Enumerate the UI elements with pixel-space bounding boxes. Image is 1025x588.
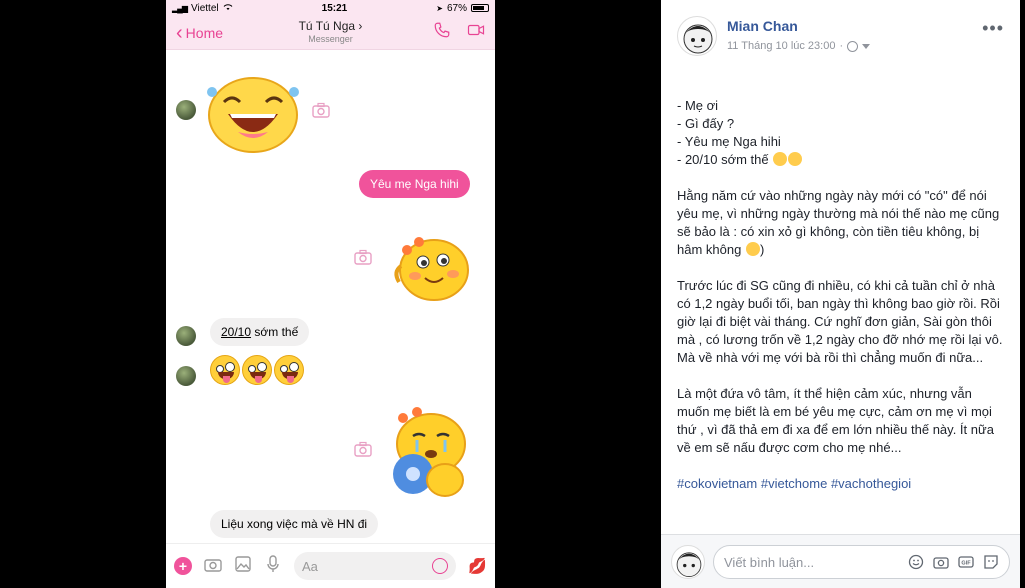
message-composer: + Aa 💋 [166, 543, 495, 588]
yellow-creature-sticker[interactable] [389, 232, 474, 312]
chevron-left-icon: ‹ [176, 21, 183, 44]
post-line: - Yêu mẹ Nga hihi [677, 134, 781, 149]
back-label: Home [185, 24, 224, 41]
comment-input[interactable]: Viết bình luận... GIF [713, 545, 1010, 579]
date-link[interactable]: 20/10 [221, 325, 251, 339]
laughing-emoji-sticker[interactable] [206, 70, 301, 160]
svg-text:GIF: GIF [961, 561, 971, 567]
chevron-down-icon[interactable] [862, 43, 871, 49]
hashtag-link[interactable]: #vachothegioi [831, 476, 911, 491]
post-body: - Mẹ ơi - Gì đấy ? - Yêu mẹ Nga hihi - 2… [677, 97, 1007, 511]
post-paragraph: Là một đứa vô tâm, ít thể hiện cảm xúc, … [677, 386, 994, 455]
video-call-icon[interactable] [467, 21, 485, 44]
message-input[interactable]: Aa [294, 552, 457, 580]
zany-face-emoji [274, 355, 304, 385]
post-meta: 11 Tháng 10 lúc 23:00 · [727, 40, 871, 52]
sticker-icon[interactable] [983, 554, 999, 570]
photo-icon[interactable] [234, 555, 252, 578]
messenger-screenshot: ▂▄▆ Viettel 15:21 ➤ 67% ‹ Home Tú Tú Nga… [166, 0, 495, 588]
gif-icon[interactable]: GIF [958, 554, 974, 570]
signal-icon: ▂▄▆ [172, 3, 188, 13]
battery-icon [471, 4, 489, 12]
author-name[interactable]: Mian Chan [727, 18, 798, 34]
message-text: sớm thế [251, 325, 299, 339]
phone-call-icon[interactable] [433, 21, 451, 44]
hugging-face-emoji [788, 152, 803, 166]
outgoing-message-bubble[interactable]: Yêu mẹ Nga hihi [359, 170, 470, 198]
contact-avatar [176, 366, 196, 386]
wifi-icon [223, 3, 233, 14]
chevron-right-icon: › [358, 19, 363, 33]
conversation-header: ‹ Home Tú Tú Nga › Messenger [166, 16, 495, 50]
hugging-face-emoji [773, 152, 788, 166]
location-icon: ➤ [436, 3, 443, 13]
carrier-label: Viettel [190, 2, 219, 14]
more-options-icon[interactable]: ••• [982, 18, 1004, 39]
contact-avatar [176, 326, 196, 346]
emoji-icon[interactable] [908, 554, 924, 570]
post-paragraph-end: ) [759, 242, 765, 257]
user-avatar [671, 545, 705, 579]
zany-face-emoji [210, 355, 240, 385]
camera-icon[interactable] [933, 554, 949, 570]
camera-icon[interactable] [354, 249, 372, 270]
meta-separator: · [839, 40, 844, 52]
post-line: - Mẹ ơi [677, 98, 719, 113]
lips-icon[interactable]: 💋 [468, 557, 487, 575]
slight-smile-emoji [745, 242, 760, 256]
post-line: - Gì đấy ? [677, 116, 735, 131]
post-header: Mian Chan 11 Tháng 10 lúc 23:00 · ••• [661, 0, 1020, 62]
plus-button[interactable]: + [174, 557, 192, 575]
battery-percent: 67% [446, 2, 467, 14]
post-paragraph: Hằng năm cứ vào những ngày này mới có "c… [677, 188, 1000, 257]
author-avatar[interactable] [677, 16, 717, 56]
comment-placeholder: Viết bình luận... [724, 554, 815, 570]
incoming-message-bubble[interactable]: 20/10 sớm thế [210, 318, 310, 346]
back-button[interactable]: ‹ Home [176, 23, 223, 43]
message-input-placeholder: Aa [302, 558, 318, 574]
camera-icon[interactable] [204, 555, 222, 578]
facebook-post: Mian Chan 11 Tháng 10 lúc 23:00 · ••• - … [661, 0, 1020, 588]
camera-icon[interactable] [354, 441, 372, 462]
crying-creature-sticker[interactable] [383, 406, 473, 503]
comment-bar: Viết bình luận... GIF [661, 534, 1020, 588]
emoji-message[interactable] [210, 355, 304, 385]
post-paragraph: Trước lúc đi SG cũng đi nhiều, có khi cả… [677, 278, 1003, 365]
status-bar: ▂▄▆ Viettel 15:21 ➤ 67% [166, 0, 495, 16]
status-time: 15:21 [321, 2, 348, 14]
microphone-icon[interactable] [264, 554, 282, 578]
contact-avatar [176, 100, 196, 120]
globe-icon[interactable] [847, 40, 859, 52]
emoji-icon[interactable] [432, 558, 449, 574]
incoming-message-bubble[interactable]: Liệu xong việc mà về HN đi [210, 510, 379, 538]
hashtag-list: #cokovietnam #vietchome #vachothegioi [677, 475, 1007, 493]
post-line: - 20/10 sớm thế [677, 152, 769, 167]
contact-name: Tú Tú Nga [298, 19, 356, 33]
zany-face-emoji [242, 355, 272, 385]
hashtag-link[interactable]: #vietchome [761, 476, 827, 491]
message-thread[interactable]: Yêu mẹ Nga hihi 20/10 sớm thế Liệu xong … [166, 50, 495, 543]
hashtag-link[interactable]: #cokovietnam [677, 476, 757, 491]
camera-icon[interactable] [312, 102, 330, 123]
post-timestamp[interactable]: 11 Tháng 10 lúc 23:00 [727, 40, 835, 52]
